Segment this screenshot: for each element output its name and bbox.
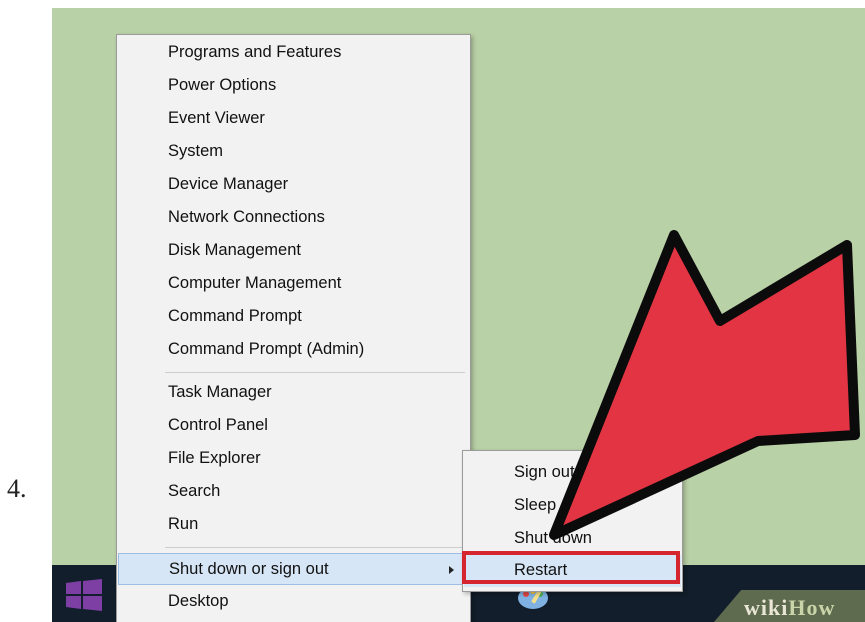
menu-item-file-explorer[interactable]: File Explorer <box>118 443 469 475</box>
menu-item-label: Run <box>168 515 199 533</box>
menu-item-label: System <box>168 142 224 160</box>
menu-item-label: Command Prompt <box>168 307 302 325</box>
menu-item-task-manager[interactable]: Task Manager <box>118 377 469 409</box>
menu-item-network-connections[interactable]: Network Connections <box>118 202 469 234</box>
menu-item-label: Desktop <box>168 592 229 610</box>
menu-item-label: Computer Management <box>168 274 342 292</box>
menu-item-label: Network Connections <box>168 208 325 226</box>
menu-item-label: Device Manager <box>168 175 289 193</box>
menu-item-command-prompt-admin[interactable]: Command Prompt (Admin) <box>118 334 469 366</box>
menu-item-run[interactable]: Run <box>118 509 469 541</box>
wikihow-logo-part-wiki: wiki <box>744 595 789 620</box>
menu-item-label: Programs and Features <box>168 43 342 61</box>
submenu-item-label: Shut down <box>514 529 592 547</box>
menu-separator <box>165 372 465 373</box>
menu-item-power-options[interactable]: Power Options <box>118 70 469 102</box>
wikihow-logo: wikiHow <box>744 595 835 621</box>
menu-item-label: Event Viewer <box>168 109 265 127</box>
screenshot: wikiHow Programs and Features Power Opti… <box>52 8 865 622</box>
menu-item-label: Task Manager <box>168 383 272 401</box>
menu-separator <box>165 547 465 548</box>
menu-item-system[interactable]: System <box>118 136 469 168</box>
menu-item-label: Command Prompt (Admin) <box>168 340 365 358</box>
menu-item-label: Disk Management <box>168 241 301 259</box>
menu-item-shut-down-or-sign-out[interactable]: Shut down or sign out <box>118 553 469 585</box>
submenu-item-sleep[interactable]: Sleep <box>464 490 681 522</box>
step-number: 4. <box>7 474 27 503</box>
windows-logo-icon[interactable] <box>66 579 102 611</box>
power-user-menu: Programs and Features Power Options Even… <box>116 34 471 622</box>
menu-item-label: File Explorer <box>168 449 261 467</box>
chevron-right-icon <box>449 566 454 574</box>
menu-item-label: Shut down or sign out <box>169 560 329 578</box>
menu-item-programs-and-features[interactable]: Programs and Features <box>118 37 469 69</box>
menu-item-computer-management[interactable]: Computer Management <box>118 268 469 300</box>
menu-item-label: Search <box>168 482 221 500</box>
menu-item-label: Control Panel <box>168 416 268 434</box>
menu-item-search[interactable]: Search <box>118 476 469 508</box>
menu-item-command-prompt[interactable]: Command Prompt <box>118 301 469 333</box>
menu-item-disk-management[interactable]: Disk Management <box>118 235 469 267</box>
wikihow-logo-part-how: How <box>788 595 836 620</box>
menu-item-device-manager[interactable]: Device Manager <box>118 169 469 201</box>
menu-item-control-panel[interactable]: Control Panel <box>118 410 469 442</box>
submenu-item-label: Sign out <box>514 463 575 481</box>
menu-item-label: Power Options <box>168 76 277 94</box>
submenu-item-label: Sleep <box>514 496 557 514</box>
submenu-item-sign-out[interactable]: Sign out <box>464 457 681 489</box>
restart-highlight-box <box>462 551 680 584</box>
menu-item-event-viewer[interactable]: Event Viewer <box>118 103 469 135</box>
menu-item-desktop[interactable]: Desktop <box>118 586 469 618</box>
